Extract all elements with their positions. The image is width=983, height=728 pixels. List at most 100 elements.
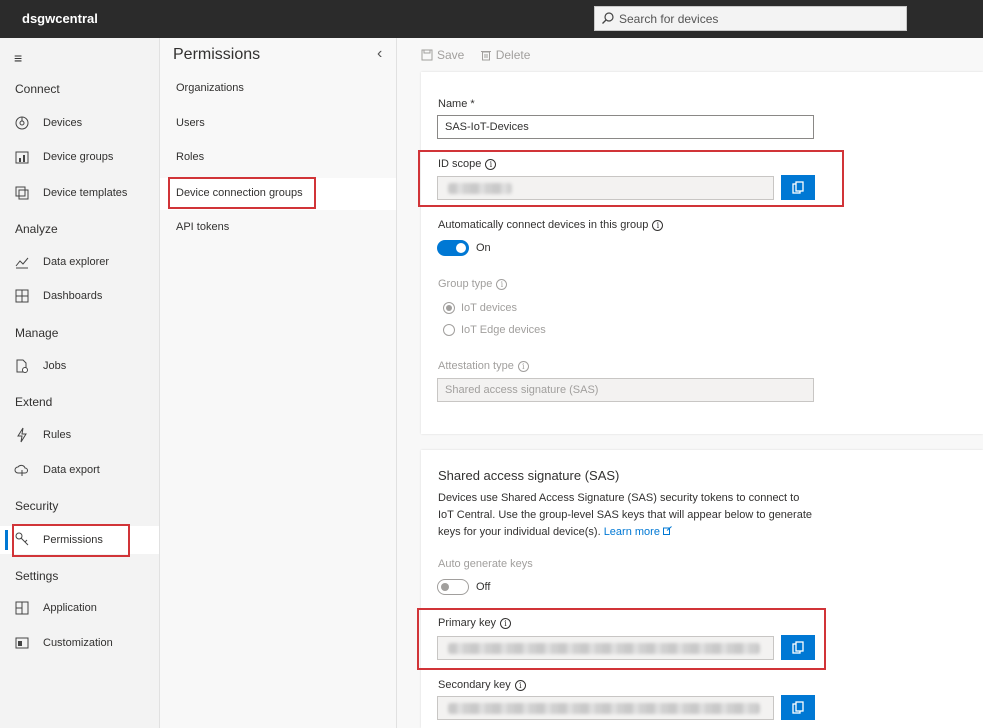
info-icon[interactable]: i	[517, 361, 529, 372]
nav-item-jobs[interactable]: Jobs	[0, 354, 159, 380]
nav-label-dashboards: Dashboards	[43, 290, 103, 302]
permissions-subnav: Permissions ‹ Organizations Users Roles …	[160, 38, 397, 728]
radio-iot-devices[interactable]	[443, 302, 455, 314]
subnav-item-api-tokens[interactable]: API tokens	[160, 212, 396, 244]
secondary-key-input[interactable]	[437, 696, 774, 720]
subnav-item-organizations[interactable]: Organizations	[160, 73, 396, 105]
nav-section-manage: Manage	[15, 326, 59, 340]
auto-generate-state: Off	[476, 581, 491, 593]
nav-section-settings: Settings	[15, 569, 59, 583]
devices-icon	[15, 116, 29, 130]
auto-connect-label: Automatically connect devices in this gr…	[438, 219, 649, 231]
nav-item-devices[interactable]: Devices	[0, 111, 159, 137]
subnav-item-roles[interactable]: Roles	[160, 142, 396, 174]
info-icon[interactable]: i	[496, 279, 508, 290]
application-icon	[15, 601, 29, 615]
nav-section-connect: Connect	[15, 82, 60, 96]
nav-label-customization: Customization	[43, 637, 113, 649]
attestation-label: Attestation type	[438, 360, 514, 372]
nav-item-device-templates[interactable]: Device templates	[0, 181, 159, 207]
nav-label-device-templates: Device templates	[43, 187, 128, 199]
delete-label: Delete	[495, 48, 531, 62]
info-icon[interactable]: i	[514, 680, 526, 691]
nav-item-dashboards[interactable]: Dashboards	[0, 284, 159, 310]
subnav-item-users[interactable]: Users	[160, 108, 396, 140]
search-icon	[602, 12, 614, 24]
save-icon	[421, 49, 433, 61]
learn-more-link[interactable]: Learn more	[604, 526, 660, 538]
data-explorer-icon	[15, 257, 29, 269]
name-label: Name *	[438, 98, 475, 110]
auto-connect-label-row: Automatically connect devices in this gr…	[438, 219, 664, 231]
nav-item-customization[interactable]: Customization	[0, 631, 159, 657]
group-type-label: Group type	[438, 278, 493, 290]
nav-section-analyze: Analyze	[15, 222, 58, 236]
nav-section-extend: Extend	[15, 395, 53, 409]
subnav-label: Organizations	[176, 82, 244, 94]
redacted-value	[448, 703, 760, 714]
top-bar: dsgwcentral Search for devices	[0, 0, 983, 38]
data-export-icon	[14, 464, 28, 476]
auto-generate-label: Auto generate keys	[438, 558, 533, 570]
external-link-icon[interactable]	[663, 526, 672, 535]
attestation-label-row: Attestation type i	[438, 360, 529, 372]
group-type-label-row: Group type i	[438, 278, 508, 290]
nav-label-device-groups: Device groups	[43, 151, 114, 163]
nav-item-device-groups[interactable]: Device groups	[0, 145, 159, 171]
highlight-primary-key	[417, 608, 826, 670]
rules-icon	[17, 427, 27, 443]
device-templates-icon	[15, 186, 29, 200]
left-nav: ≡ Connect Devices Device groups Device t…	[0, 38, 160, 728]
nav-label-application: Application	[43, 602, 97, 614]
dashboards-icon	[15, 289, 29, 303]
main-content: Save Delete Name * SAS-IoT-Devices ID sc…	[397, 38, 983, 728]
nav-label-jobs: Jobs	[43, 360, 67, 372]
search-placeholder[interactable]: Search for devices	[619, 12, 718, 26]
nav-item-application[interactable]: Application	[0, 596, 159, 622]
nav-item-data-export[interactable]: Data export	[0, 458, 159, 484]
collapse-chevron-icon[interactable]: ‹	[377, 45, 382, 63]
highlight-permissions	[12, 524, 130, 557]
auto-generate-toggle[interactable]	[437, 579, 469, 595]
save-label: Save	[437, 48, 465, 62]
sas-title: Shared access signature (SAS)	[438, 468, 620, 483]
radio-label-iot-devices: IoT devices	[461, 302, 518, 314]
nav-item-data-explorer[interactable]: Data explorer	[0, 250, 159, 276]
name-input[interactable]: SAS-IoT-Devices	[437, 115, 814, 139]
highlight-device-connection-groups	[168, 177, 316, 209]
command-bar: Save Delete	[421, 48, 542, 62]
search-box[interactable]: Search for devices	[594, 6, 907, 31]
attestation-type-input[interactable]: Shared access signature (SAS)	[437, 378, 814, 402]
copy-secondary-key-button[interactable]	[781, 695, 815, 720]
customization-icon	[15, 637, 29, 649]
secondary-key-label: Secondary key	[438, 679, 511, 691]
nav-section-security: Security	[15, 499, 59, 513]
app-title[interactable]: dsgwcentral	[22, 11, 98, 26]
jobs-icon	[16, 359, 28, 373]
nav-item-rules[interactable]: Rules	[0, 423, 159, 449]
secondary-key-label-row: Secondary key i	[438, 679, 526, 691]
delete-button[interactable]: Delete	[480, 48, 531, 62]
nav-label-rules: Rules	[43, 429, 72, 441]
copy-icon	[792, 701, 804, 714]
subnav-label: Roles	[176, 151, 205, 163]
auto-connect-toggle[interactable]	[437, 240, 469, 256]
radio-label-iot-edge-devices: IoT Edge devices	[461, 324, 546, 336]
delete-icon	[480, 51, 491, 61]
auto-connect-state: On	[476, 242, 491, 254]
group-settings-card: Name * SAS-IoT-Devices ID scope i Automat…	[418, 72, 983, 434]
nav-label-data-export: Data export	[43, 464, 100, 476]
info-icon[interactable]: i	[652, 220, 664, 231]
highlight-id-scope	[418, 150, 844, 207]
device-groups-icon	[15, 151, 29, 164]
nav-label-devices: Devices	[43, 117, 83, 129]
hamburger-menu-icon[interactable]: ≡	[14, 50, 22, 66]
save-button[interactable]: Save	[421, 48, 464, 62]
subnav-label: API tokens	[176, 221, 230, 233]
nav-label-data-explorer: Data explorer	[43, 256, 110, 268]
sas-card: Shared access signature (SAS) Devices us…	[417, 450, 983, 728]
subnav-title: Permissions	[173, 46, 261, 63]
sas-description: Devices use Shared Access Signature (SAS…	[438, 490, 818, 541]
radio-iot-edge-devices[interactable]	[443, 324, 455, 336]
subnav-label: Users	[176, 117, 205, 129]
